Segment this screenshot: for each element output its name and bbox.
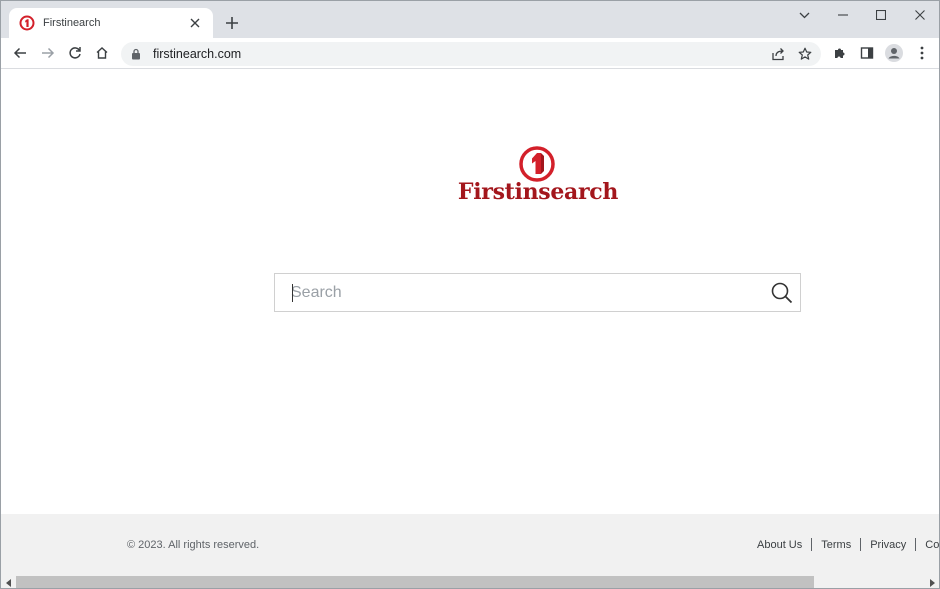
footer-link-privacy[interactable]: Privacy — [870, 539, 906, 551]
page-content: Firstinsearch — [1, 69, 939, 514]
bookmark-star-icon[interactable] — [796, 45, 814, 63]
logo-mark-icon — [519, 146, 555, 182]
minimize-icon[interactable] — [829, 5, 857, 25]
divider — [860, 538, 862, 551]
browser-window: Firstinearch firstinearch.com Firstinsea… — [0, 0, 940, 589]
back-icon[interactable] — [9, 42, 31, 64]
search-box[interactable] — [274, 273, 801, 312]
footer-link-terms[interactable]: Terms — [821, 539, 851, 551]
extensions-icon[interactable] — [829, 42, 851, 64]
footer-links: About Us Terms Privacy Conta — [757, 538, 939, 551]
scroll-left-icon[interactable] — [4, 578, 14, 588]
url-text[interactable]: firstinearch.com — [153, 47, 241, 61]
footer-link-about[interactable]: About Us — [757, 539, 802, 551]
favicon-icon — [19, 15, 35, 31]
reload-icon[interactable] — [64, 42, 86, 64]
new-tab-icon[interactable] — [222, 13, 242, 33]
divider — [811, 538, 813, 551]
scroll-right-icon[interactable] — [927, 578, 937, 588]
divider — [915, 538, 917, 551]
search-input[interactable] — [291, 282, 761, 304]
profile-avatar-icon[interactable] — [883, 42, 905, 64]
copyright-text: © 2023. All rights reserved. — [127, 539, 260, 551]
close-tab-icon[interactable] — [187, 15, 203, 31]
horizontal-scrollbar[interactable] — [1, 575, 939, 588]
text-caret — [292, 284, 293, 302]
tab-title: Firstinearch — [43, 17, 101, 29]
tab-strip: Firstinearch — [1, 1, 939, 38]
chevron-down-icon[interactable] — [790, 5, 818, 25]
share-icon[interactable] — [769, 45, 787, 63]
lock-icon[interactable] — [131, 48, 141, 60]
footer-link-contact[interactable]: Conta — [925, 539, 939, 551]
side-panel-icon[interactable] — [856, 42, 878, 64]
brand-logo: Firstinsearch — [457, 145, 619, 207]
forward-icon[interactable] — [37, 42, 59, 64]
search-icon[interactable] — [769, 280, 795, 306]
home-icon[interactable] — [91, 42, 113, 64]
browser-tab[interactable]: Firstinearch — [9, 8, 213, 38]
scrollbar-thumb[interactable] — [16, 576, 814, 588]
page-footer: © 2023. All rights reserved. About Us Te… — [1, 514, 939, 575]
maximize-icon[interactable] — [867, 5, 895, 25]
browser-toolbar: firstinearch.com — [1, 38, 939, 69]
close-window-icon[interactable] — [906, 5, 934, 25]
logo-wordmark: Firstinsearch — [457, 179, 619, 205]
address-bar[interactable]: firstinearch.com — [121, 42, 821, 66]
more-menu-icon[interactable] — [911, 42, 933, 64]
